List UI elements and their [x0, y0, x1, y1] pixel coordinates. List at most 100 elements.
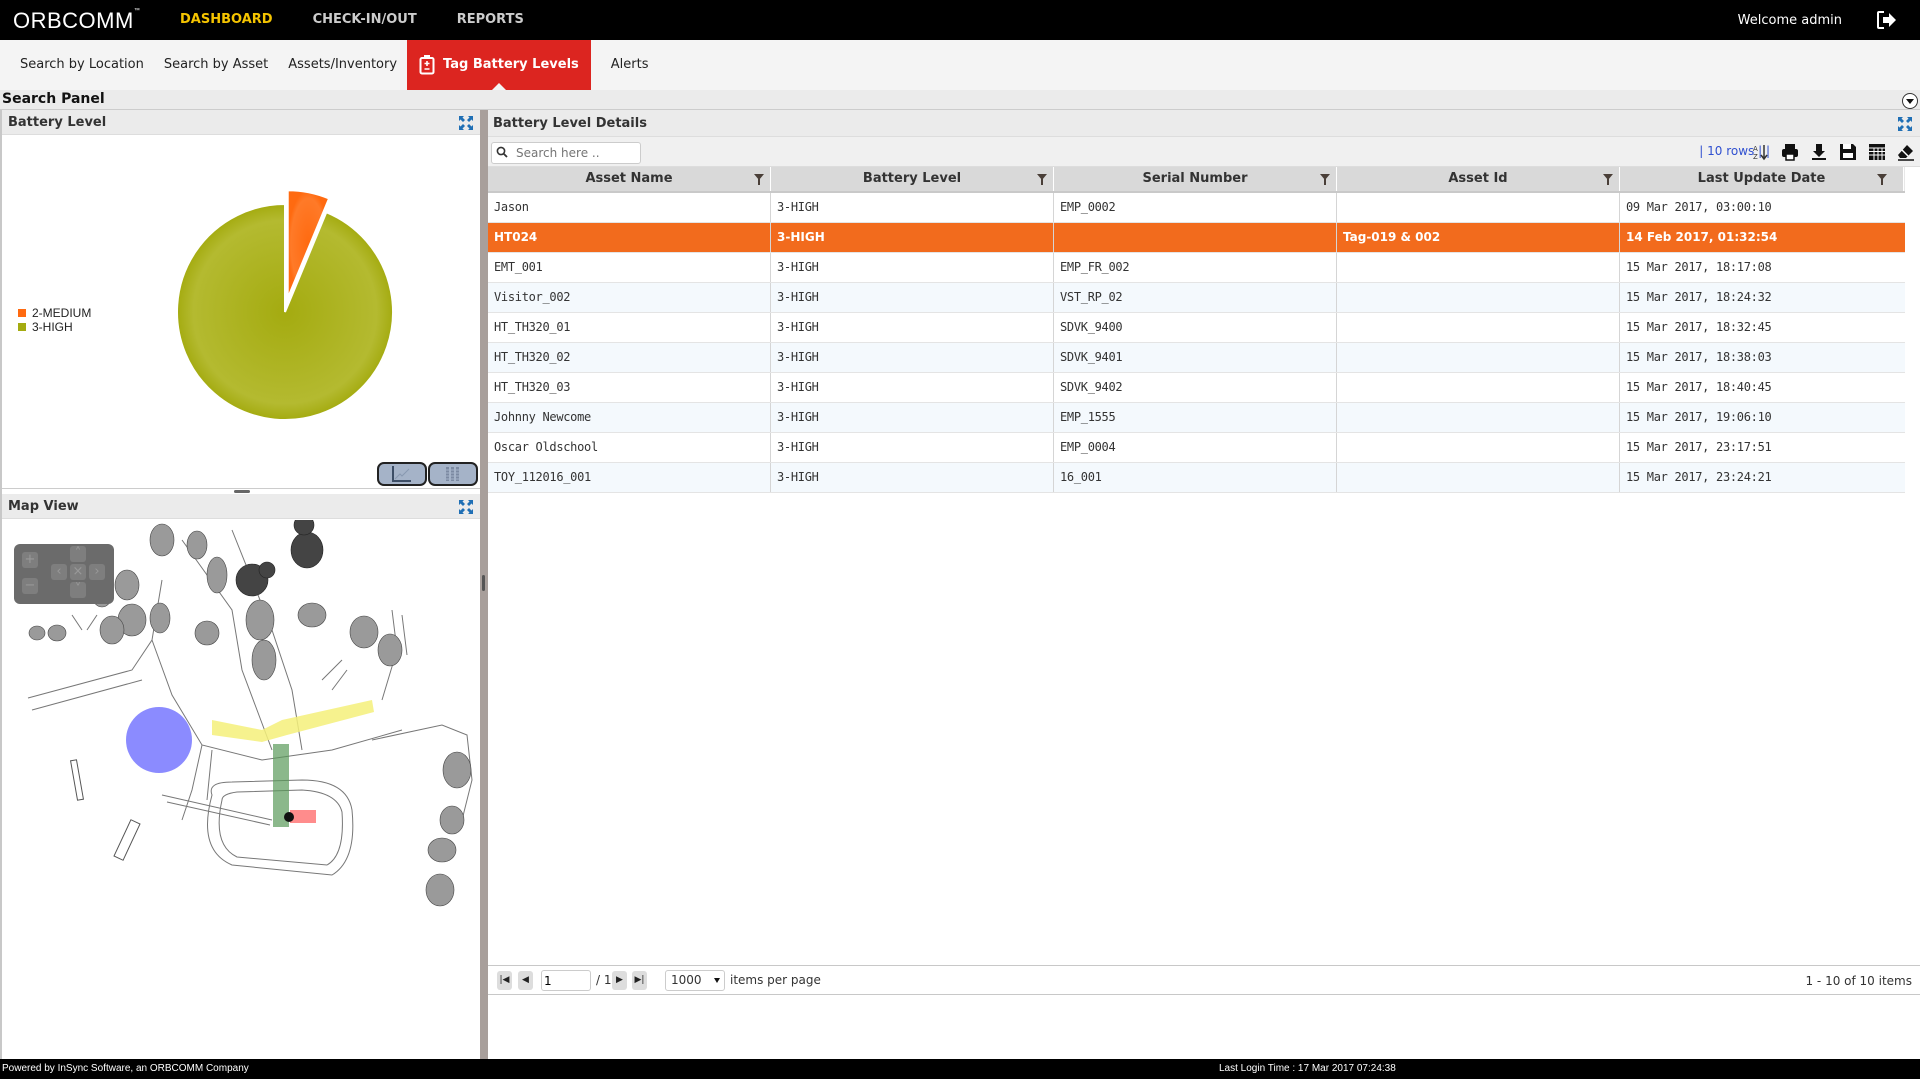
- footer: Powered by InSync Software, an ORBCOMM C…: [0, 1059, 1920, 1079]
- nav-reports[interactable]: REPORTS: [457, 0, 524, 40]
- tab-assets-inventory[interactable]: Assets/Inventory: [278, 40, 407, 90]
- table-row[interactable]: HT_TH320_02 3-HIGH SDVK_9401 15 Mar 2017, 1…: [488, 343, 1905, 373]
- sub-nav: Search by Location Search by Asset Asset…: [0, 40, 1920, 90]
- table-row[interactable]: HT_TH320_03 3-HIGH SDVK_9402 15 Mar 2017, 1…: [488, 373, 1905, 403]
- download-icon[interactable]: [1809, 143, 1829, 161]
- splitter-grip[interactable]: [482, 575, 485, 591]
- collapse-toggle-icon[interactable]: [1902, 93, 1918, 109]
- table-row[interactable]: HT024 3-HIGH Tag-019 & 002 14 Feb 2017, 01:…: [488, 223, 1905, 253]
- legend-label: 3-HIGH: [32, 320, 73, 334]
- last-page-button[interactable]: ▶|: [632, 971, 647, 990]
- column-title: Serial Number: [1142, 171, 1248, 186]
- battery-level-panel: Battery Level 2-MEDIUM 3-HIGH: [2, 110, 480, 488]
- filter-icon[interactable]: [1603, 174, 1613, 185]
- map-navigation-control: + − ˄ ‹ × › ˅: [14, 544, 114, 604]
- table-row[interactable]: Jason 3-HIGH EMP_0002 09 Mar 2017, 03:00:10: [488, 193, 1905, 223]
- chart-type-buttons: [377, 462, 478, 486]
- cell-asset-name: TOY_112016_001: [488, 463, 771, 492]
- cell-asset-name: Johnny Newcome: [488, 403, 771, 432]
- nav-check-in-out[interactable]: CHECK-IN/OUT: [313, 0, 417, 40]
- table-row[interactable]: Oscar Oldschool 3-HIGH EMP_0004 15 Mar 2017…: [488, 433, 1905, 463]
- items-per-page-select[interactable]: 1000: [665, 970, 725, 991]
- top-bar: ORBCOMM™ DASHBOARD CHECK-IN/OUT REPORTS …: [0, 0, 1920, 40]
- table-row[interactable]: TOY_112016_001 3-HIGH 16_001 15 Mar 2017, 2…: [488, 463, 1905, 493]
- cell-asset-name: Visitor_002: [488, 283, 771, 312]
- column-header-asset-id[interactable]: Asset Id: [1337, 167, 1620, 191]
- cell-asset-name: Oscar Oldschool: [488, 433, 771, 462]
- pan-down-button[interactable]: ˅: [70, 582, 86, 598]
- table-row[interactable]: Visitor_002 3-HIGH VST_RP_02 15 Mar 2017, 1…: [488, 283, 1905, 313]
- pan-left-button[interactable]: ‹: [51, 564, 67, 580]
- chevron-down-icon: [714, 978, 720, 983]
- vertical-splitter[interactable]: [480, 110, 488, 1059]
- expand-icon[interactable]: [458, 115, 474, 131]
- pan-up-button[interactable]: ˄: [70, 546, 86, 562]
- cell-asset-id: [1337, 403, 1620, 432]
- column-title: Asset Name: [585, 171, 673, 186]
- zoom-out-button[interactable]: −: [22, 578, 38, 594]
- cell-battery-level: 3-HIGH: [771, 313, 1054, 342]
- table-row[interactable]: Johnny Newcome 3-HIGH EMP_1555 15 Mar 2017,…: [488, 403, 1905, 433]
- nav-dashboard[interactable]: DASHBOARD: [180, 0, 273, 40]
- pan-right-button[interactable]: ›: [89, 564, 105, 580]
- toolbar-icons: AZ: [1751, 143, 1916, 161]
- legend-item-high[interactable]: 3-HIGH: [18, 320, 91, 334]
- first-page-button[interactable]: |◀: [497, 971, 512, 990]
- tab-tag-battery-levels[interactable]: Tag Battery Levels: [407, 40, 591, 90]
- reset-view-button[interactable]: ×: [70, 564, 86, 580]
- map-panel-header: Map View: [2, 494, 480, 519]
- cell-serial-number: EMP_FR_002: [1054, 253, 1337, 282]
- orbcomm-logo[interactable]: ORBCOMM™: [13, 8, 140, 34]
- column-header-asset-name[interactable]: Asset Name: [488, 167, 771, 191]
- filter-icon[interactable]: [1037, 174, 1047, 185]
- search-icon: [496, 146, 508, 158]
- tab-alerts[interactable]: Alerts: [591, 40, 659, 90]
- tab-search-by-asset[interactable]: Search by Asset: [154, 40, 278, 90]
- legend-item-medium[interactable]: 2-MEDIUM: [18, 306, 91, 320]
- logout-icon[interactable]: [1876, 10, 1898, 30]
- cell-last-update-date: 15 Mar 2017, 18:40:45: [1626, 380, 1772, 394]
- cell-serial-number: EMP_0002: [1054, 193, 1337, 222]
- save-icon[interactable]: [1838, 143, 1858, 161]
- cell-asset-id: [1337, 193, 1620, 222]
- search-panel-bar: Search Panel: [0, 90, 1920, 110]
- filter-icon[interactable]: [754, 174, 764, 185]
- column-title: Asset Id: [1448, 171, 1508, 186]
- details-panel-title: Battery Level Details: [493, 116, 647, 131]
- battery-panel-title: Battery Level: [8, 115, 107, 130]
- map-canvas[interactable]: + − ˄ ‹ × › ˅: [2, 520, 480, 1059]
- cell-serial-number: SDVK_9401: [1054, 343, 1337, 372]
- table-row[interactable]: EMT_001 3-HIGH EMP_FR_002 15 Mar 2017, 18:1…: [488, 253, 1905, 283]
- search-panel-title: Search Panel: [2, 91, 105, 107]
- column-header-serial-number[interactable]: Serial Number: [1054, 167, 1337, 191]
- cell-battery-level: 3-HIGH: [771, 373, 1054, 402]
- column-title: Battery Level: [862, 171, 962, 186]
- expand-icon[interactable]: [1897, 116, 1913, 132]
- line-chart-button[interactable]: [377, 462, 427, 486]
- header-filler: [1904, 167, 1905, 191]
- tab-search-by-location[interactable]: Search by Location: [0, 40, 154, 90]
- pie-slice-3-high[interactable]: [176, 202, 394, 421]
- splitter-grip[interactable]: [234, 490, 250, 493]
- columns-icon[interactable]: [1867, 143, 1887, 161]
- cell-last-update-date: 14 Feb 2017, 01:32:54: [1626, 230, 1778, 244]
- grid-view-button[interactable]: [428, 462, 478, 486]
- grid-search-input[interactable]: [516, 145, 636, 161]
- zoom-in-button[interactable]: +: [22, 552, 38, 568]
- expand-icon[interactable]: [458, 499, 474, 515]
- column-header-battery-level[interactable]: Battery Level: [771, 167, 1054, 191]
- sort-az-icon[interactable]: AZ: [1751, 143, 1771, 161]
- column-header-last-update-date[interactable]: Last Update Date: [1620, 167, 1904, 191]
- items-per-page-label: items per page: [730, 973, 821, 987]
- next-page-button[interactable]: ▶: [612, 971, 627, 990]
- filter-icon[interactable]: [1877, 174, 1887, 185]
- grid-body: Jason 3-HIGH EMP_0002 09 Mar 2017, 03:00:10…: [488, 193, 1905, 493]
- eraser-icon[interactable]: [1896, 143, 1916, 161]
- filter-icon[interactable]: [1320, 174, 1330, 185]
- table-icon: [445, 467, 461, 481]
- print-icon[interactable]: [1780, 143, 1800, 161]
- prev-page-button[interactable]: ◀: [518, 971, 533, 990]
- cell-asset-name: HT_TH320_01: [488, 313, 771, 342]
- page-number-input[interactable]: [541, 970, 591, 991]
- table-row[interactable]: HT_TH320_01 3-HIGH SDVK_9400 15 Mar 2017, 1…: [488, 313, 1905, 343]
